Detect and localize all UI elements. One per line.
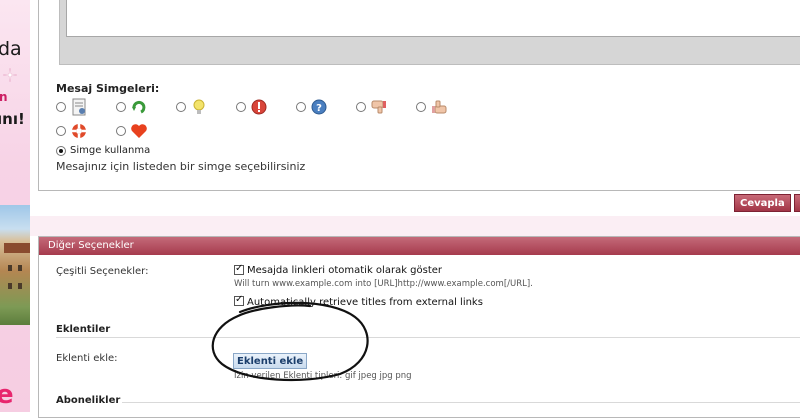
misc-options-label: Çeşitli Seçenekler: (56, 266, 149, 277)
divider (56, 337, 800, 338)
message-icons-row: ? (56, 97, 476, 117)
icon-radio[interactable] (56, 102, 66, 112)
icon-option[interactable] (116, 97, 176, 117)
icon-radio[interactable] (416, 102, 426, 112)
ad-text: n (0, 90, 8, 104)
message-textarea[interactable] (66, 0, 800, 37)
icon-option[interactable] (236, 97, 296, 117)
icon-option[interactable] (56, 121, 116, 141)
preview-button[interactable]: Ö (793, 194, 800, 212)
no-icon-radio[interactable] (56, 145, 66, 156)
auto-titles-label: Automatically retrieve titles from exter… (247, 297, 483, 308)
separator-band (30, 216, 800, 236)
document-icon (72, 98, 86, 116)
icon-radio[interactable] (56, 126, 66, 136)
add-attachment-label: Eklenti ekle: (56, 353, 118, 364)
ad-house-image (0, 205, 30, 325)
ad-text: ını! (0, 110, 25, 128)
icon-option[interactable] (56, 97, 116, 117)
green-arrow-icon (132, 100, 146, 114)
subscriptions-title: Abonelikler (56, 395, 121, 406)
thumbs-up-icon (432, 100, 447, 114)
exclamation-icon (251, 99, 267, 115)
icon-option[interactable] (416, 97, 476, 117)
icon-option[interactable] (116, 121, 176, 141)
sparkle-icon (3, 68, 17, 82)
divider (122, 402, 800, 403)
advertisement-banner[interactable]: da n ını! e (0, 0, 30, 412)
auto-titles-checkbox[interactable] (234, 294, 244, 306)
no-icon-label: Simge kullanma (70, 145, 151, 156)
other-options-panel: Diğer Seçenekler (38, 236, 800, 418)
editor-frame (59, 0, 800, 65)
reply-button[interactable]: Cevapla (734, 194, 791, 212)
icon-radio[interactable] (176, 102, 186, 112)
icon-radio[interactable] (116, 102, 126, 112)
icon-option[interactable] (356, 97, 416, 117)
action-buttons: Cevapla Ö (734, 194, 800, 212)
icon-radio[interactable] (236, 102, 246, 112)
icon-option[interactable]: ? (296, 97, 356, 117)
lightbulb-icon (193, 99, 205, 114)
allowed-types-text: İzin verilen Eklenti tipleri: gif jpeg j… (234, 371, 412, 381)
lifebuoy-icon (72, 124, 86, 138)
no-icon-option[interactable]: Simge kullanma (56, 145, 150, 156)
icon-radio[interactable] (296, 102, 306, 112)
other-options-header: Diğer Seçenekler (39, 237, 800, 255)
thumbs-down-icon (371, 100, 386, 114)
question-icon: ? (311, 99, 327, 115)
message-icons-row (56, 121, 176, 141)
auto-links-hint: Will turn www.example.com into [URL]http… (234, 279, 533, 289)
message-icons-title: Mesaj Simgeleri: (56, 82, 160, 95)
auto-links-label: Mesajda linkleri otomatik olarak göster (247, 265, 443, 276)
heart-icon (131, 124, 147, 138)
icon-radio[interactable] (356, 102, 366, 112)
icon-option[interactable] (176, 97, 236, 117)
add-attachment-button[interactable]: Eklenti ekle (233, 353, 308, 369)
attachments-title: Eklentiler (56, 324, 111, 335)
message-icons-hint: Mesajınız için listeden bir simge seçebi… (56, 160, 306, 173)
ad-text: e (0, 380, 14, 410)
ad-text: da (0, 38, 22, 60)
svg-text:?: ? (316, 103, 322, 114)
icon-radio[interactable] (116, 126, 126, 136)
auto-links-checkbox[interactable] (234, 263, 244, 275)
